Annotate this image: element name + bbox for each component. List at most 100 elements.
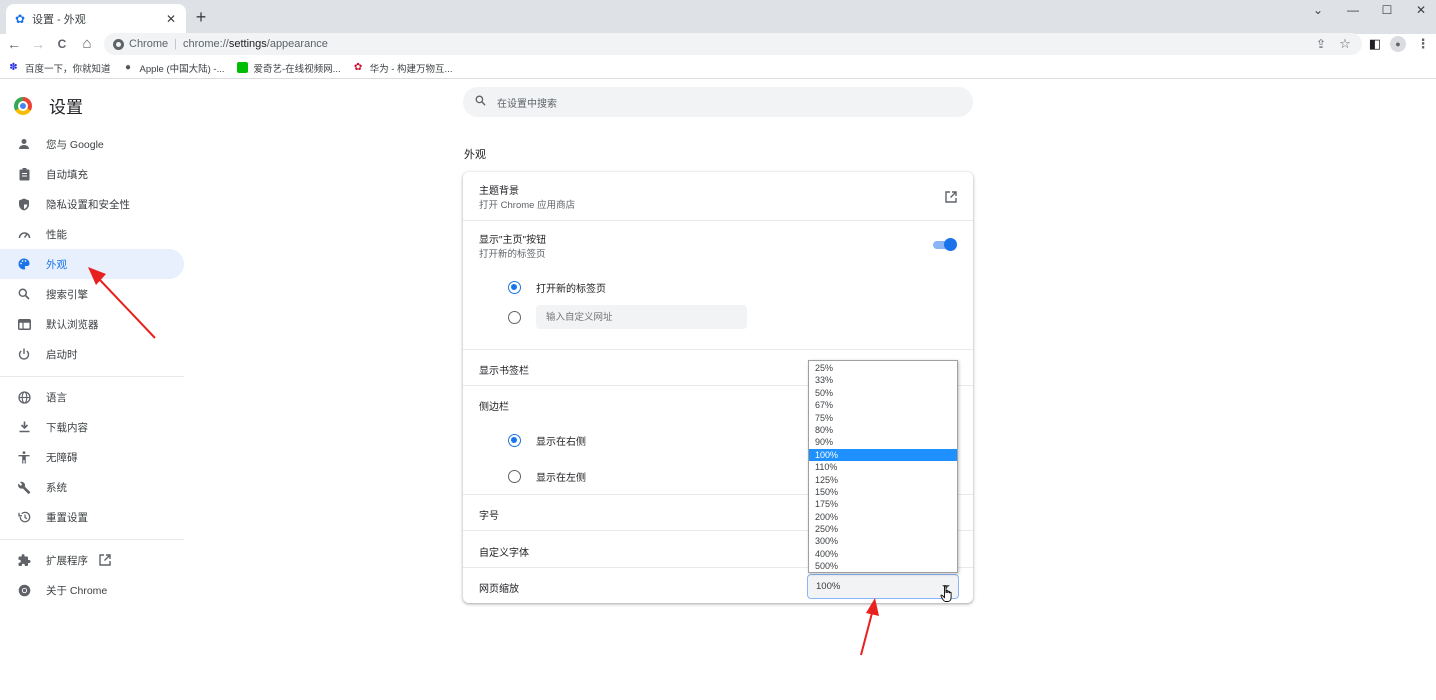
radio-button-checked[interactable]	[508, 434, 521, 447]
power-icon	[17, 347, 31, 361]
sidebar-item-reset[interactable]: 重置设置	[0, 502, 184, 532]
zoom-option[interactable]: 250%	[809, 523, 957, 535]
sidebar-item-autofill[interactable]: 自动填充	[0, 159, 184, 189]
zoom-option[interactable]: 50%	[809, 387, 957, 399]
zoom-option[interactable]: 25%	[809, 362, 957, 374]
zoom-option[interactable]: 33%	[809, 374, 957, 386]
bookmark-apple[interactable]: ● Apple (中国大陆) -...	[123, 61, 225, 75]
close-tab-icon[interactable]: ✕	[164, 12, 178, 26]
toolbar: ← → C ⌂ Chrome | chrome:// settings /app…	[0, 33, 1436, 56]
bookmark-baidu[interactable]: ✽ 百度一下，你就知道	[8, 61, 111, 75]
sidebar-item-label: 扩展程序	[46, 554, 88, 567]
bookmark-star-icon[interactable]: ☆	[1336, 35, 1354, 53]
radio-label: 显示在右侧	[536, 437, 586, 448]
sidebar-item-you-and-google[interactable]: 您与 Google	[0, 129, 184, 159]
sidebar-item-system[interactable]: 系统	[0, 472, 184, 502]
new-tab-button[interactable]: +	[193, 8, 209, 26]
theme-row[interactable]: 主题背景 打开 Chrome 应用商店	[463, 172, 973, 220]
page-zoom-dropdown[interactable]: 25% 33% 50% 67% 75% 80% 90% 100% 110% 125% 150% 175…	[808, 360, 958, 573]
sidebar-item-about-chrome[interactable]: 关于 Chrome	[0, 575, 184, 605]
zoom-option[interactable]: 110%	[809, 461, 957, 473]
close-window-button[interactable]: ✕	[1404, 0, 1436, 20]
page-zoom-value: 100%	[816, 581, 841, 592]
sidebar-item-accessibility[interactable]: 无障碍	[0, 442, 184, 472]
zoom-option[interactable]: 90%	[809, 436, 957, 448]
sidebar-item-label: 系统	[46, 481, 67, 494]
bookmark-label: 百度一下，你就知道	[25, 63, 111, 75]
theme-sublabel: 打开 Chrome 应用商店	[479, 200, 576, 211]
settings-search-input[interactable]: 在设置中搜索	[463, 87, 973, 117]
history-icon	[17, 510, 31, 524]
browser-icon	[17, 317, 31, 331]
download-icon	[17, 420, 31, 434]
open-in-new-icon[interactable]	[945, 190, 957, 208]
sidebar-divider	[0, 376, 184, 377]
zoom-option[interactable]: 500%	[809, 560, 957, 572]
radio-button[interactable]	[508, 470, 521, 483]
sidebar-item-default-browser[interactable]: 默认浏览器	[0, 309, 184, 339]
settings-title: 设置	[49, 98, 83, 117]
zoom-option[interactable]: 125%	[809, 474, 957, 486]
settings-header: 设置	[14, 93, 83, 118]
menu-icon[interactable]: ⋮	[1414, 35, 1432, 53]
sidebar-item-languages[interactable]: 语言	[0, 382, 184, 412]
tab-search-button[interactable]: ⌄	[1301, 0, 1335, 20]
sidebar-item-appearance[interactable]: 外观	[0, 249, 184, 279]
bookmark-label: 爱奇艺-在线视频网...	[253, 63, 341, 75]
sidebar-item-label: 性能	[46, 228, 67, 241]
radio-show-right[interactable]: 显示在右侧	[508, 433, 586, 448]
zoom-option[interactable]: 300%	[809, 535, 957, 547]
sidebar-item-performance[interactable]: 性能	[0, 219, 184, 249]
home-button-toggle[interactable]	[933, 238, 957, 251]
radio-show-left[interactable]: 显示在左侧	[508, 469, 586, 484]
bookmarks-bar: ✽ 百度一下，你就知道 ● Apple (中国大陆) -... 爱奇艺-在线视频…	[0, 57, 1436, 79]
sidebar-item-search-engine[interactable]: 搜索引擎	[0, 279, 184, 309]
radio-custom-url[interactable]	[508, 305, 747, 329]
forward-button[interactable]: →	[28, 35, 48, 53]
radio-new-tab-page[interactable]: 打开新的标签页	[508, 280, 606, 295]
page-zoom-select[interactable]: 100%	[807, 574, 959, 599]
gear-icon: ✿	[14, 12, 26, 26]
radio-button[interactable]	[508, 310, 521, 324]
zoom-option[interactable]: 150%	[809, 486, 957, 498]
zoom-option[interactable]: 67%	[809, 399, 957, 411]
bookmark-huawei[interactable]: ✿ 华为 - 构建万物互...	[353, 61, 453, 75]
custom-url-input[interactable]	[536, 305, 747, 329]
sidebar-item-label: 语言	[46, 391, 67, 404]
speedometer-icon	[17, 227, 31, 241]
search-icon	[17, 287, 31, 301]
zoom-option[interactable]: 400%	[809, 548, 957, 560]
shield-icon	[17, 197, 31, 211]
zoom-option[interactable]: 100%	[809, 448, 957, 462]
bookmark-iqiyi[interactable]: 爱奇艺-在线视频网...	[236, 61, 341, 75]
zoom-option[interactable]: 80%	[809, 424, 957, 436]
back-button[interactable]: ←	[4, 35, 24, 53]
home-button-label: 显示"主页"按钮	[479, 235, 547, 246]
sidebar-item-privacy[interactable]: 隐私设置和安全性	[0, 189, 184, 219]
minimize-button[interactable]: —	[1336, 0, 1370, 20]
sidebar-item-label: 默认浏览器	[46, 318, 99, 331]
sidebar-item-on-startup[interactable]: 启动时	[0, 339, 184, 369]
home-button[interactable]: ⌂	[77, 35, 97, 53]
profile-avatar[interactable]: ●	[1390, 36, 1406, 52]
bookmarks-bar-label: 显示书签栏	[479, 366, 529, 377]
side-panel-icon[interactable]: ◧	[1366, 35, 1384, 53]
address-bar[interactable]: Chrome | chrome:// settings /appearance	[104, 33, 1362, 55]
accessibility-icon	[17, 450, 31, 464]
zoom-option[interactable]: 75%	[809, 412, 957, 424]
radio-button-checked[interactable]	[508, 281, 521, 294]
sidebar-item-label: 搜索引擎	[46, 288, 88, 301]
sidebar-item-downloads[interactable]: 下载内容	[0, 412, 184, 442]
palette-icon	[17, 257, 31, 271]
baidu-icon: ✽	[9, 62, 18, 73]
maximize-button[interactable]: ☐	[1370, 0, 1404, 20]
sidebar-item-label: 无障碍	[46, 451, 78, 464]
sidebar-item-extensions[interactable]: 扩展程序	[0, 545, 184, 575]
zoom-option[interactable]: 200%	[809, 511, 957, 523]
share-icon[interactable]: ⇪	[1312, 35, 1330, 53]
zoom-option[interactable]: 175%	[809, 498, 957, 510]
reload-button[interactable]: C	[52, 35, 72, 53]
tab-settings-appearance[interactable]: ✿ 设置 - 外观 ✕	[6, 4, 186, 34]
sidebar-item-label: 隐私设置和安全性	[46, 198, 130, 211]
sidebar-item-label: 外观	[46, 258, 67, 271]
